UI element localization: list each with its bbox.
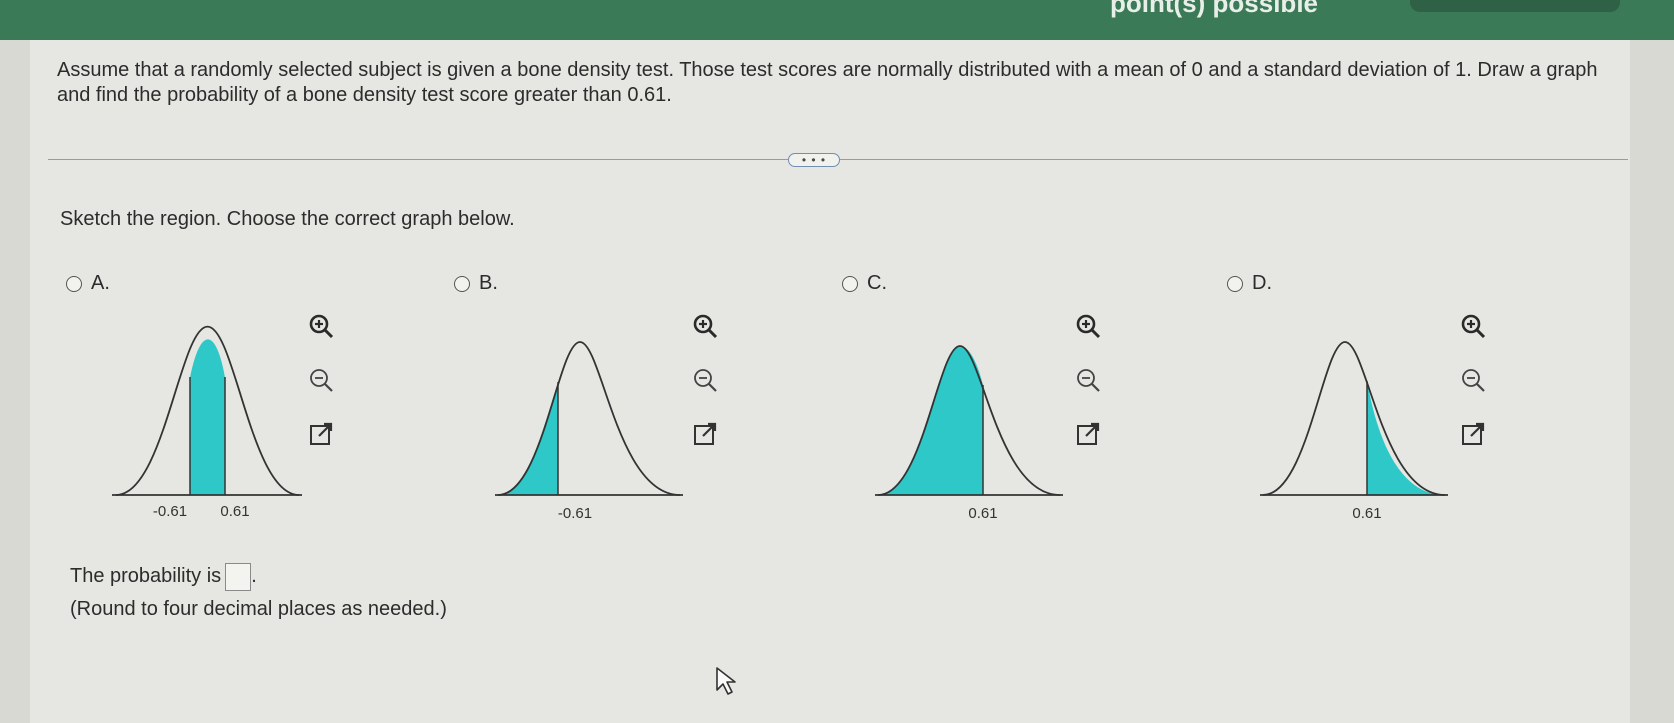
- zoom-out-icon[interactable]: [1072, 364, 1104, 396]
- option-d-tick: 0.61: [1352, 505, 1381, 522]
- option-b-shaded-region: [498, 382, 558, 495]
- zoom-in-icon[interactable]: [1457, 310, 1489, 342]
- answer-line: The probability is.: [70, 560, 447, 593]
- option-c-shaded-region: [878, 346, 983, 495]
- option-d-curve: [1262, 341, 1446, 496]
- option-c[interactable]: C.: [842, 272, 887, 295]
- option-c-graph: 0.61: [875, 345, 1063, 522]
- option-d[interactable]: D.: [1227, 272, 1272, 295]
- option-a-radio[interactable]: [66, 275, 82, 292]
- instruction-text: Sketch the region. Choose the correct gr…: [60, 208, 515, 230]
- open-new-window-icon[interactable]: [689, 418, 721, 450]
- points-possible-text: point(s) possible: [1110, 0, 1318, 18]
- option-a-label: A.: [91, 272, 110, 294]
- option-c-tick: 0.61: [968, 505, 997, 522]
- open-new-window-icon[interactable]: [1457, 418, 1489, 450]
- zoom-out-icon[interactable]: [1457, 364, 1489, 396]
- header-pill: [1410, 0, 1620, 12]
- zoom-in-icon[interactable]: [689, 310, 721, 342]
- option-b-tick: -0.61: [558, 505, 592, 522]
- option-a-shaded-region: [190, 339, 225, 495]
- option-d-shaded-region: [1367, 381, 1445, 495]
- option-d-label: D.: [1252, 272, 1272, 294]
- option-d-radio[interactable]: [1227, 275, 1243, 292]
- open-new-window-icon[interactable]: [1072, 418, 1104, 450]
- more-button[interactable]: • • •: [788, 153, 840, 167]
- answer-section: The probability is. (Round to four decim…: [70, 560, 447, 626]
- mouse-cursor-icon: [716, 667, 736, 695]
- option-d-graph: 0.61: [1260, 341, 1448, 522]
- answer-suffix: .: [251, 565, 257, 587]
- open-new-window-icon[interactable]: [305, 418, 337, 450]
- option-a-tick-right: 0.61: [220, 503, 249, 520]
- option-b-label: B.: [479, 272, 498, 294]
- answer-prefix: The probability is: [70, 565, 222, 587]
- option-b-graph: -0.61: [495, 341, 683, 522]
- rounding-note: (Round to four decimal places as needed.…: [70, 598, 447, 620]
- option-c-radio[interactable]: [842, 275, 858, 292]
- option-b[interactable]: B.: [454, 272, 498, 295]
- top-bar: point(s) possible: [0, 0, 1674, 40]
- option-a-tick-left: -0.61: [153, 503, 187, 520]
- question-text: Assume that a randomly selected subject …: [57, 59, 1598, 106]
- option-c-label: C.: [867, 272, 887, 294]
- probability-input[interactable]: [225, 562, 252, 591]
- option-a[interactable]: A.: [66, 272, 110, 295]
- zoom-in-icon[interactable]: [305, 310, 337, 342]
- option-b-curve: [497, 341, 681, 496]
- option-a-graph: -0.61 0.61: [112, 325, 302, 520]
- zoom-out-icon[interactable]: [305, 364, 337, 396]
- zoom-in-icon[interactable]: [1072, 310, 1104, 342]
- zoom-out-icon[interactable]: [689, 364, 721, 396]
- option-b-radio[interactable]: [454, 275, 470, 292]
